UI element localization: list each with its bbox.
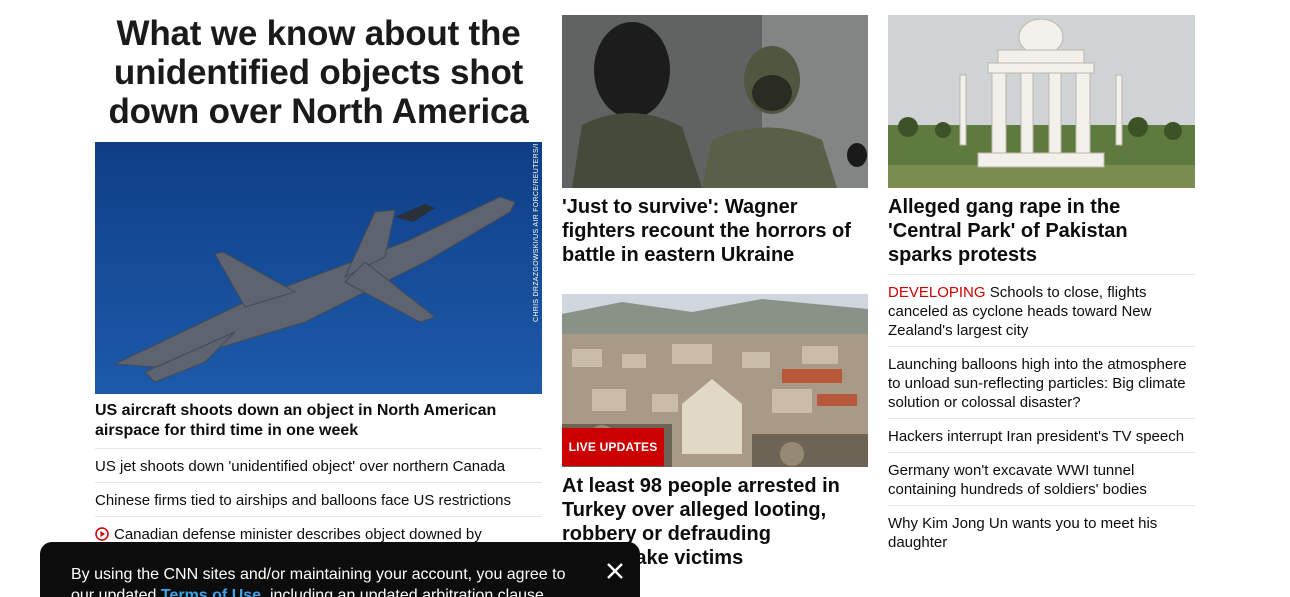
terms-text-after: , including an updated arbitration claus… — [261, 587, 549, 597]
close-icon[interactable] — [604, 560, 626, 582]
hero-link-2[interactable]: Chinese firms tied to airships and ballo… — [95, 482, 542, 510]
live-updates-badge: LIVE UPDATES — [562, 428, 664, 466]
right-link-4[interactable]: Germany won't excavate WWI tunnel contai… — [888, 452, 1195, 499]
hero-title[interactable]: What we know about the unidentified obje… — [95, 14, 542, 131]
image-credit: CHRIS DRZAZGOWSKI/US AIR FORCE/REUTERS/F… — [533, 144, 540, 322]
pakistan-headline[interactable]: Alleged gang rape in the 'Central Park' … — [888, 195, 1195, 267]
video-play-icon — [95, 527, 109, 541]
hero-link-1[interactable]: US jet shoots down 'unidentified object'… — [95, 448, 542, 476]
right-link-2[interactable]: Launching balloons high into the atmosph… — [888, 346, 1195, 412]
hero-image[interactable] — [95, 142, 542, 394]
pakistan-image[interactable] — [888, 15, 1195, 188]
terms-of-use-link[interactable]: Terms of Use — [161, 587, 261, 597]
wagner-headline[interactable]: 'Just to survive': Wagner fighters recou… — [562, 195, 868, 267]
terms-banner: By using the CNN sites and/or maintainin… — [40, 542, 640, 597]
hero-link-3[interactable]: Canadian defense minister describes obje… — [95, 516, 542, 544]
hero-headline[interactable]: US aircraft shoots down an object in Nor… — [95, 401, 542, 441]
wagner-image[interactable] — [562, 15, 868, 188]
right-link-5[interactable]: Why Kim Jong Un wants you to meet his da… — [888, 505, 1195, 552]
developing-label: DEVELOPING — [888, 284, 986, 301]
hero-link-3-label: Canadian defense minister describes obje… — [114, 526, 482, 543]
right-link-1[interactable]: DEVELOPING Schools to close, flights can… — [888, 274, 1195, 340]
right-link-3[interactable]: Hackers interrupt Iran president's TV sp… — [888, 418, 1195, 446]
